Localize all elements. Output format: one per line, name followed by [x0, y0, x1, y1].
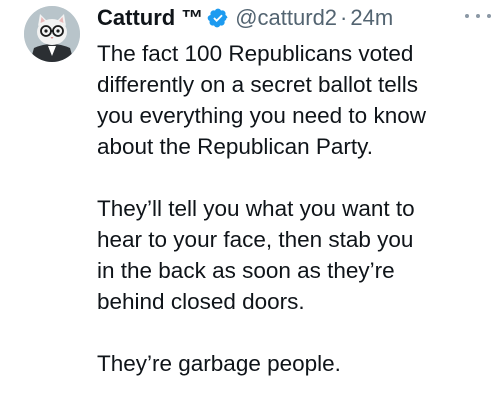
tweet-header: Catturd ™ @catturd2 · 24m [97, 2, 393, 34]
more-dot-2 [476, 14, 480, 18]
text-line: They’re garbage people. [97, 351, 341, 376]
author-display-name[interactable]: Catturd [97, 5, 175, 31]
trademark-symbol: ™ [181, 5, 204, 30]
more-dot-1 [465, 14, 469, 18]
tweet-text: The fact 100 Republicans voted different… [97, 38, 492, 379]
verified-badge-icon [207, 7, 229, 29]
more-dot-3 [487, 14, 491, 18]
tweet-paragraph-1: The fact 100 Republicans voted different… [97, 38, 492, 162]
text-line: hear to your face, then stab you [97, 227, 414, 252]
text-line: in the back as soon as they’re [97, 258, 395, 283]
avatar[interactable] [24, 6, 80, 62]
separator-dot: · [340, 5, 348, 30]
tweet[interactable]: Catturd ™ @catturd2 · 24m The fact 100 R… [0, 0, 500, 413]
text-line: you everything you need to know [97, 103, 426, 128]
tweet-paragraph-3: They’re garbage people. [97, 348, 492, 379]
more-options-icon[interactable] [465, 8, 491, 24]
text-line: differently on a secret ballot tells [97, 72, 419, 97]
text-line: They’ll tell you what you want to [97, 196, 415, 221]
tweet-paragraph-2: They’ll tell you what you want to hear t… [97, 193, 492, 317]
cat-avatar-image [24, 6, 80, 62]
author-handle[interactable]: @catturd2 [235, 5, 337, 31]
text-line: The fact 100 Republicans voted [97, 41, 414, 66]
tweet-timestamp[interactable]: 24m [350, 5, 393, 31]
text-line: about the Republican Party. [97, 134, 374, 159]
text-line: behind closed doors. [97, 289, 305, 314]
